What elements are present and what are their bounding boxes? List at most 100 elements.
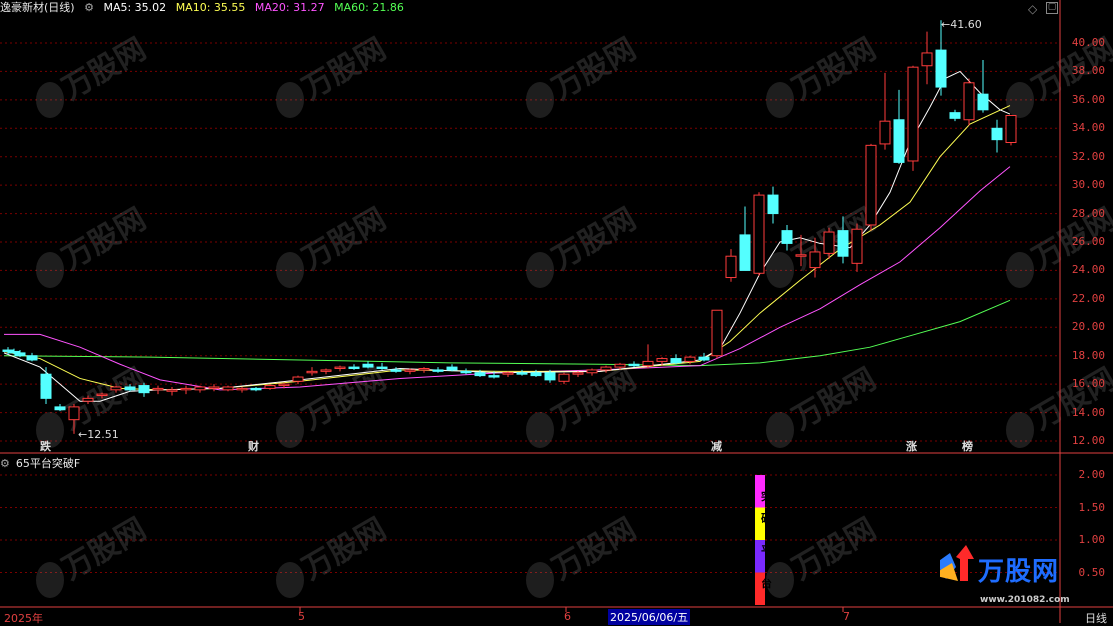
candle-body	[740, 235, 750, 271]
candle	[27, 353, 37, 362]
watermark-text: 万股网	[297, 512, 392, 587]
candle	[195, 386, 205, 393]
watermark-stamp: 万股网	[766, 32, 882, 118]
candle	[293, 376, 303, 385]
candle-body	[279, 384, 289, 385]
watermark-head	[276, 562, 304, 598]
candle	[517, 370, 527, 376]
watermark-stamp: 万股网	[276, 202, 392, 288]
stock-name[interactable]: 逸豪新材	[0, 1, 44, 14]
candle-body	[69, 407, 79, 420]
watermark-head	[36, 562, 64, 598]
watermark-stamp: 万股网	[36, 32, 152, 118]
candle-body	[699, 357, 709, 360]
high-annotation: ←41.60	[941, 18, 982, 31]
candle	[251, 387, 261, 391]
price-tick: 28.00	[1072, 207, 1105, 220]
indicator-tick: 1.50	[1079, 501, 1106, 514]
ma5-label: MA5: 35.02	[103, 1, 166, 14]
candle-body	[265, 386, 275, 389]
watermark-head	[1006, 412, 1034, 448]
price-tick: 38.00	[1072, 64, 1105, 77]
watermark-head	[276, 82, 304, 118]
candle	[181, 386, 191, 395]
diamond-icon[interactable]: ◇	[1028, 2, 1037, 16]
candle-body	[796, 255, 806, 256]
watermark-head	[276, 412, 304, 448]
period-tab[interactable]: 日线	[1085, 610, 1107, 626]
tag-die[interactable]: 跌	[40, 438, 51, 454]
candle-body	[475, 373, 485, 376]
candle-body	[223, 387, 233, 390]
candle-body	[936, 50, 946, 87]
indicator-tick: 2.00	[1079, 468, 1106, 481]
candle-body	[517, 373, 527, 374]
date-label-may: 5	[298, 610, 305, 623]
indicator-char-3: 平	[761, 542, 772, 558]
chart-canvas[interactable]: 万股网万股网万股网万股网万股网万股网万股网万股网万股网万股网万股网万股网万股网万…	[0, 0, 1113, 623]
watermark-stamp: 万股网	[766, 362, 882, 448]
tag-jian[interactable]: 减	[711, 438, 722, 454]
low-value: 12.51	[87, 428, 119, 441]
period-label: (日线)	[44, 1, 75, 14]
candle-body	[335, 367, 345, 368]
candle	[377, 363, 387, 370]
price-tick: 24.00	[1072, 263, 1105, 276]
watermark-head	[526, 412, 554, 448]
ma60-label: MA60: 21.86	[334, 1, 404, 14]
watermark-stamp: 万股网	[276, 362, 392, 448]
candle-body	[111, 387, 121, 390]
candle-body	[27, 356, 37, 360]
price-tick: 30.00	[1072, 178, 1105, 191]
candle-body	[181, 388, 191, 389]
tag-bang[interactable]: 榜	[962, 438, 973, 454]
candle-body	[671, 359, 681, 363]
candle-body	[307, 371, 317, 372]
watermark-stamp: 万股网	[766, 512, 882, 598]
price-tick: 14.00	[1072, 406, 1105, 419]
candle-body	[209, 387, 219, 388]
watermark-head	[1006, 252, 1034, 288]
candle-body	[321, 370, 331, 371]
candle-body	[251, 388, 261, 389]
watermark-head	[36, 82, 64, 118]
settings-icon[interactable]: ⚙	[84, 1, 94, 14]
candle	[1006, 115, 1016, 145]
candle-body	[447, 367, 457, 370]
candle-body	[615, 364, 625, 367]
low-annotation: ←12.51	[78, 428, 119, 441]
watermark-head	[276, 252, 304, 288]
candle-body	[405, 370, 415, 371]
candle	[754, 192, 764, 276]
date-label-july: 7	[843, 610, 850, 623]
watermark-head	[1006, 82, 1034, 118]
indicator-char-1: 突	[761, 488, 772, 504]
watermark-head	[766, 82, 794, 118]
candle-body	[503, 373, 513, 374]
tag-zhang[interactable]: 涨	[906, 438, 917, 454]
candle-body	[894, 120, 904, 163]
candle	[964, 79, 974, 126]
candle-body	[167, 390, 177, 391]
watermark-text: 万股网	[547, 202, 642, 277]
candle-body	[15, 353, 25, 356]
candle-body	[643, 361, 653, 365]
candle-body	[97, 394, 107, 395]
candle	[712, 310, 722, 358]
candle-body	[964, 83, 974, 120]
watermark-head	[526, 82, 554, 118]
candle-body	[391, 370, 401, 371]
candle	[461, 369, 471, 375]
ma20-line	[4, 167, 1010, 390]
watermark-text: 万股网	[57, 202, 152, 277]
candle	[559, 373, 569, 384]
price-tick: 26.00	[1072, 235, 1105, 248]
candle-body	[726, 256, 736, 277]
settings-icon[interactable]: ⚙	[0, 457, 10, 470]
tag-cai[interactable]: 财	[248, 438, 259, 454]
price-tick: 20.00	[1072, 320, 1105, 333]
candle	[880, 73, 890, 150]
candle	[908, 66, 918, 171]
candle	[936, 20, 946, 95]
maximize-icon[interactable]: ▢	[1046, 2, 1058, 14]
